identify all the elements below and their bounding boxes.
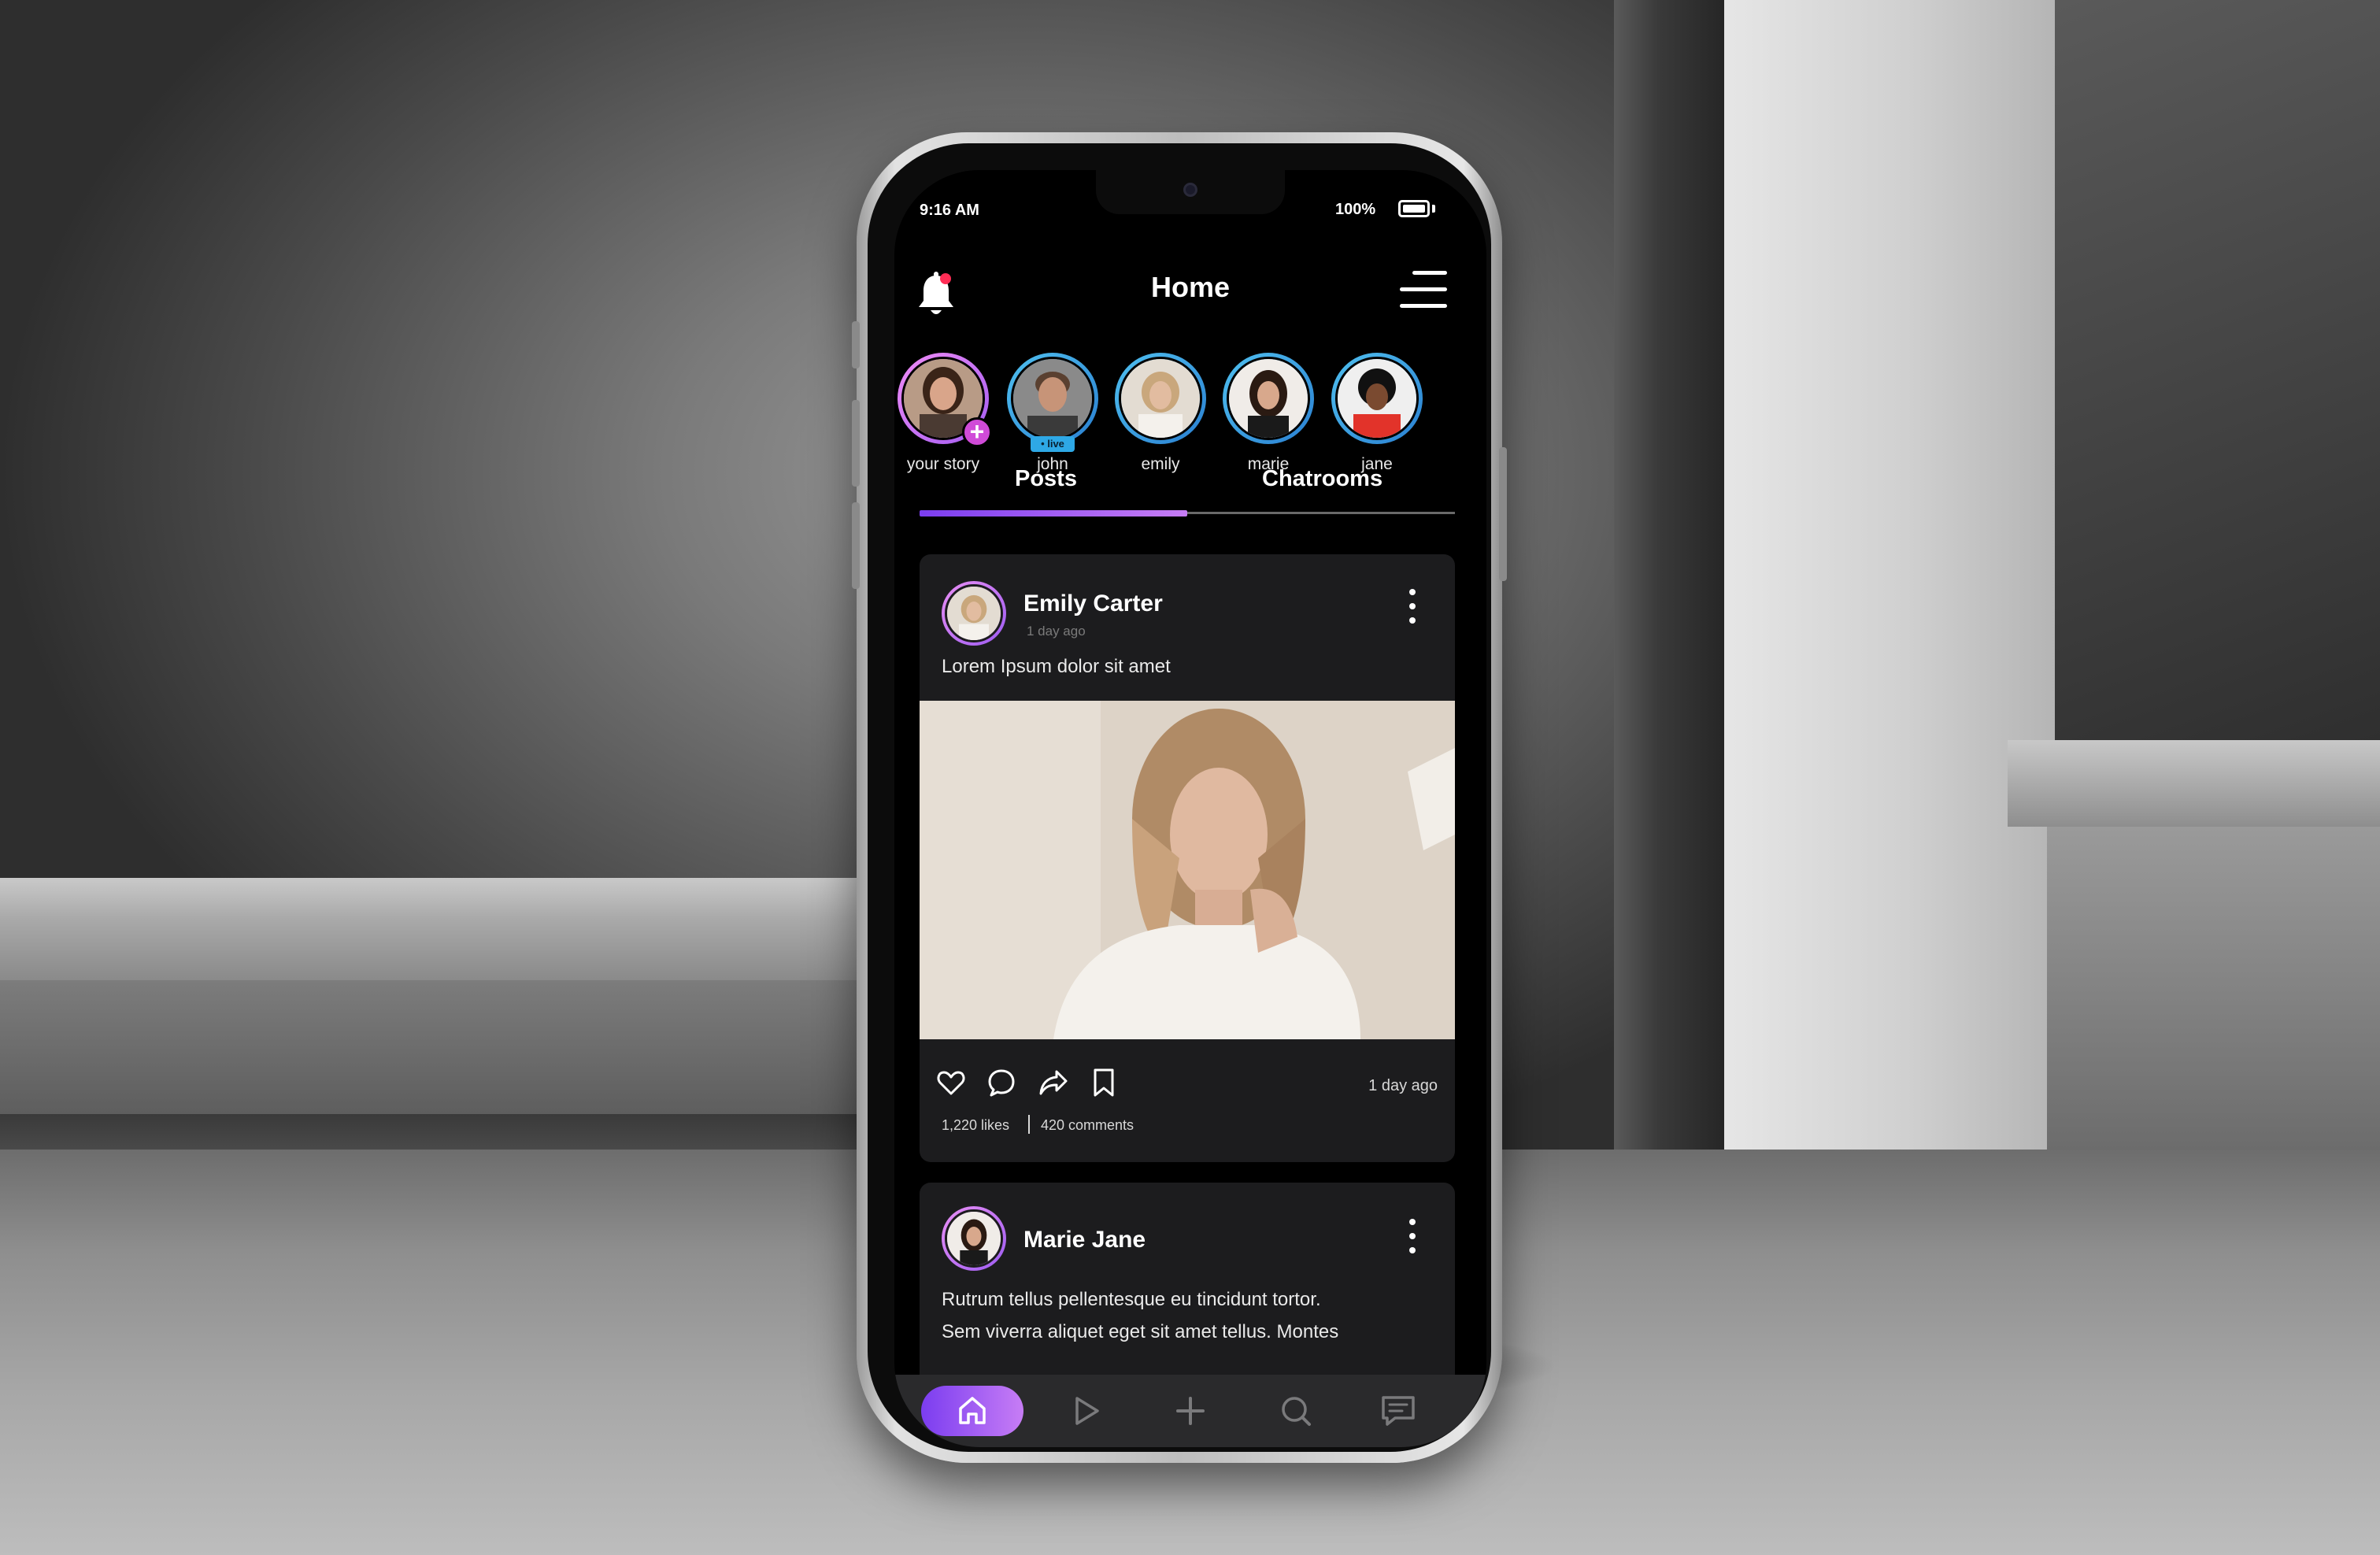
app-screen: 9:16 AM 100% Home + your story • live jo… xyxy=(894,170,1486,1447)
more-options-icon[interactable] xyxy=(1405,589,1420,628)
post-author-avatar[interactable] xyxy=(942,581,1006,646)
tab-posts[interactable]: Posts xyxy=(1015,466,1077,492)
page-title: Home xyxy=(1150,271,1231,303)
background-right-wall xyxy=(2047,827,2380,1165)
plus-icon xyxy=(1176,1397,1205,1425)
story-your-story[interactable]: + your story xyxy=(894,353,994,474)
nav-messages[interactable] xyxy=(1359,1386,1438,1436)
avatar xyxy=(1227,357,1310,440)
nav-home[interactable] xyxy=(921,1386,1023,1436)
comment-icon[interactable] xyxy=(986,1067,1017,1098)
add-story-button[interactable]: + xyxy=(962,417,992,447)
story-ring xyxy=(1331,353,1423,444)
nav-create[interactable] xyxy=(1151,1386,1230,1436)
phone-notch xyxy=(1096,170,1285,214)
nav-search[interactable] xyxy=(1257,1386,1335,1436)
front-camera xyxy=(1183,183,1197,197)
post-date: 1 day ago xyxy=(1368,1077,1438,1094)
stats-separator xyxy=(1028,1115,1030,1134)
live-badge: • live xyxy=(1031,436,1075,452)
story-emily[interactable]: emily xyxy=(1109,353,1212,474)
background-ledge xyxy=(0,878,858,980)
story-ring xyxy=(1223,353,1314,444)
search-icon xyxy=(1282,1397,1311,1426)
story-ring xyxy=(1115,353,1206,444)
story-name: emily xyxy=(1141,455,1180,473)
phone-power-button xyxy=(1499,447,1507,581)
post-author-avatar[interactable] xyxy=(942,1206,1006,1271)
post-image[interactable] xyxy=(920,701,1455,1039)
background-window-sill xyxy=(2008,740,2380,827)
battery-icon xyxy=(1398,200,1430,217)
avatar xyxy=(1335,357,1419,440)
post-timestamp: 1 day ago xyxy=(1027,624,1086,639)
post-card: Emily Carter 1 day ago Lorem Ipsum dolor… xyxy=(920,554,1455,1162)
comments-count[interactable]: 420 comments xyxy=(1041,1117,1134,1134)
post-author-name[interactable]: Emily Carter xyxy=(1023,591,1163,617)
share-icon[interactable] xyxy=(1038,1067,1069,1098)
tab-chatrooms[interactable]: Chatrooms xyxy=(1262,466,1382,492)
status-time: 9:16 AM xyxy=(920,202,979,219)
likes-count[interactable]: 1,220 likes xyxy=(942,1117,1009,1134)
tab-active-indicator xyxy=(920,510,1187,516)
phone-bezel: 9:16 AM 100% Home + your story • live jo… xyxy=(868,143,1491,1452)
avatar xyxy=(1011,357,1094,440)
play-icon xyxy=(1075,1397,1099,1425)
background-window-pane xyxy=(2055,0,2380,740)
phone-volume-up xyxy=(852,400,860,487)
phone-volume-down xyxy=(852,502,860,589)
menu-icon[interactable] xyxy=(1400,269,1447,310)
post-text: Lorem Ipsum dolor sit amet xyxy=(942,656,1171,677)
like-heart-icon[interactable] xyxy=(935,1067,967,1098)
avatar xyxy=(1119,357,1202,440)
nav-videos[interactable] xyxy=(1047,1386,1126,1436)
phone-mute-switch xyxy=(852,321,860,368)
status-battery-percent: 100% xyxy=(1335,201,1376,218)
post-text-line-2: Sem viverra aliquet eget sit amet tellus… xyxy=(942,1321,1339,1342)
bookmark-icon[interactable] xyxy=(1088,1067,1120,1098)
background-ledge-face xyxy=(0,980,858,1114)
background-frame-light xyxy=(1724,0,2055,1150)
story-marie[interactable]: marie xyxy=(1217,353,1320,474)
chat-icon xyxy=(1382,1396,1415,1426)
post-author-name[interactable]: Marie Jane xyxy=(1023,1227,1146,1253)
phone-device: 9:16 AM 100% Home + your story • live jo… xyxy=(852,132,1507,1463)
background-frame-dark xyxy=(1614,0,1724,1150)
story-ring: • live xyxy=(1007,353,1098,452)
more-options-icon[interactable] xyxy=(1405,1219,1420,1258)
story-name: your story xyxy=(906,455,980,473)
post-text-line-1: Rutrum tellus pellentesque eu tincidunt … xyxy=(942,1289,1321,1310)
story-john[interactable]: • live john xyxy=(1001,353,1104,474)
story-ring: + xyxy=(898,353,992,447)
story-jane[interactable]: jane xyxy=(1326,353,1428,474)
home-icon xyxy=(959,1397,986,1424)
bottom-nav xyxy=(894,1375,1486,1447)
battery-tip xyxy=(1432,205,1435,213)
